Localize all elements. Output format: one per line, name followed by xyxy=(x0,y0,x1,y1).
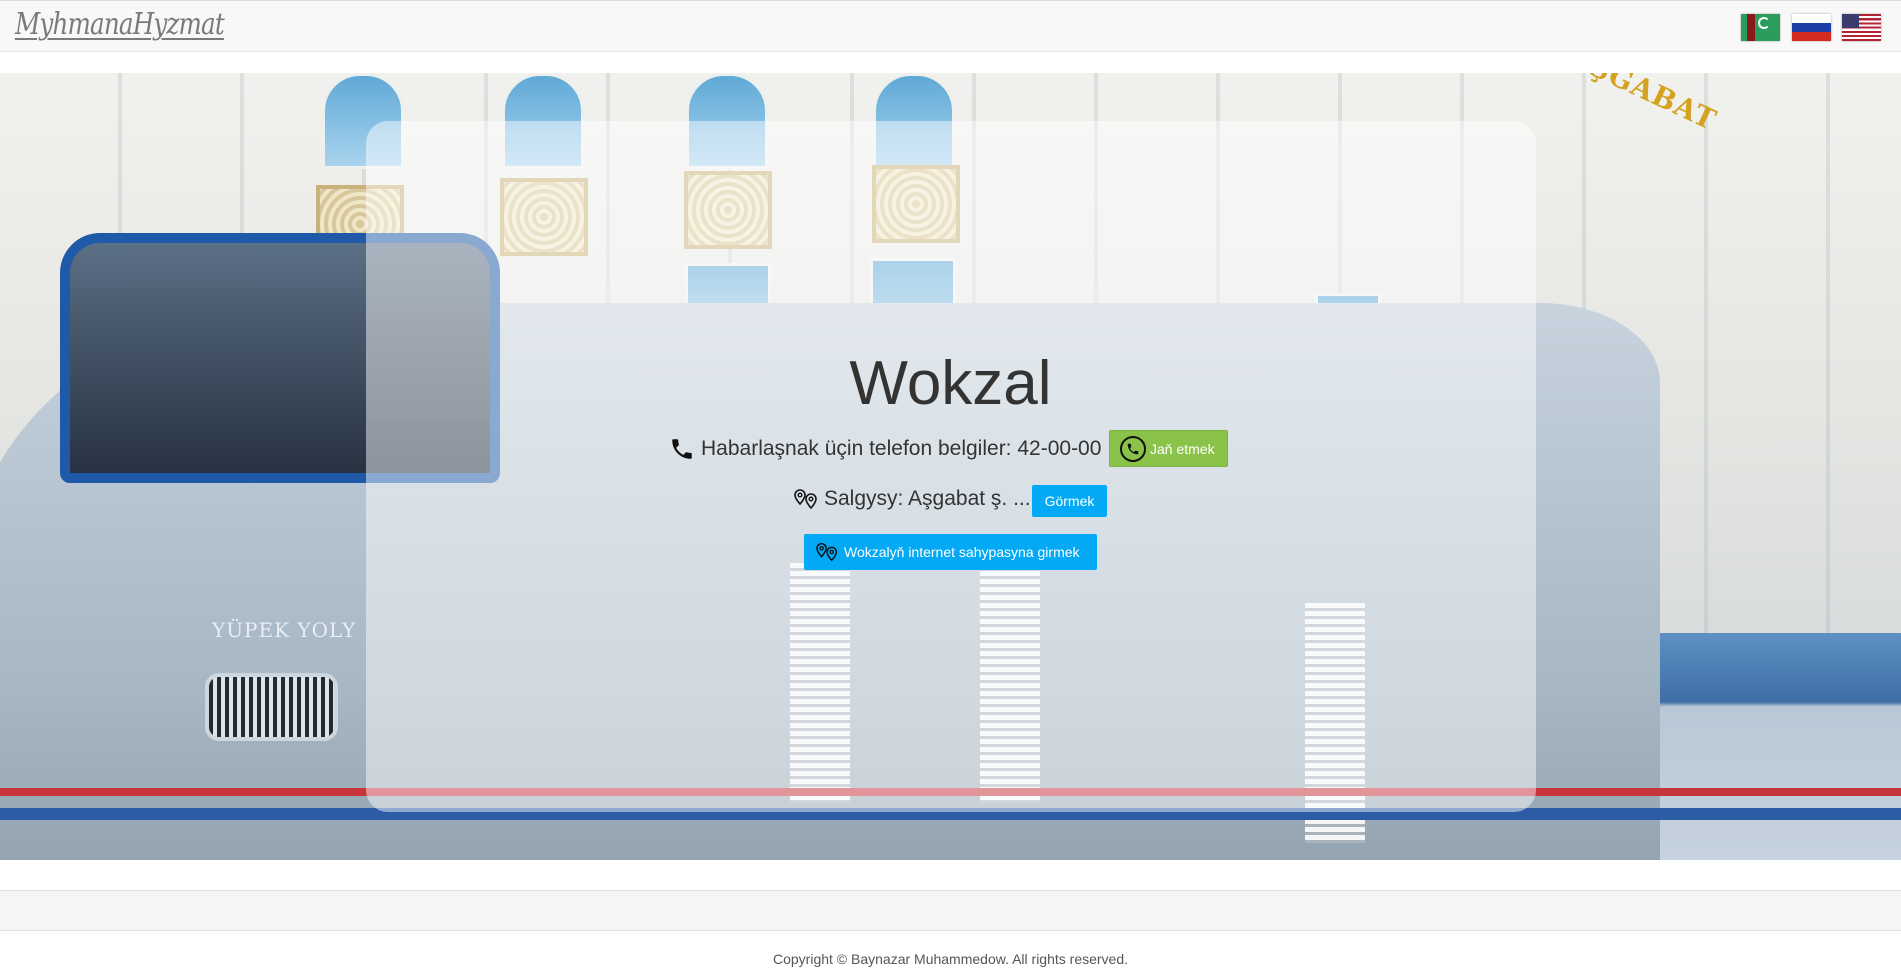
train-name: YÜPEK YOLY xyxy=(212,618,357,642)
call-button[interactable]: Jaň etmek xyxy=(1109,430,1228,467)
location-label: Salgysy: Aşgabat ş. ... xyxy=(824,487,1031,510)
flag-turkmen-icon[interactable] xyxy=(1741,14,1780,41)
phone-icon xyxy=(672,439,692,459)
location-info: Salgysy: Aşgabat ş. ... xyxy=(794,484,1031,514)
flag-english-icon[interactable] xyxy=(1842,14,1881,41)
top-navbar: MyhmanaHyzmat xyxy=(0,0,1901,52)
copyright-text: Copyright © Baynazar Muhammedow. All rig… xyxy=(772,951,1129,967)
see-location-button[interactable]: Görmek xyxy=(1032,485,1107,517)
flag-russian-icon[interactable] xyxy=(1792,14,1831,41)
map-pin-icon xyxy=(816,542,838,562)
website-button-label: Wokzalyň internet sahypasyna girmek xyxy=(844,544,1080,560)
phone-label: Habarlaşnak üçin telefon belgiler: 42-00… xyxy=(701,437,1102,460)
content-panel xyxy=(366,121,1536,812)
brand-logo[interactable]: MyhmanaHyzmat xyxy=(15,7,225,42)
page-title: Wokzal xyxy=(849,349,1052,418)
footer-bar xyxy=(0,890,1901,931)
map-pin-icon xyxy=(794,489,817,509)
phone-info: Habarlaşnak üçin telefon belgiler: 42-00… xyxy=(669,432,1101,466)
call-button-label: Jaň etmek xyxy=(1150,440,1215,457)
website-button[interactable]: Wokzalyň internet sahypasyna girmek xyxy=(804,534,1097,570)
locomotive-grille xyxy=(205,673,338,741)
phone-call-icon xyxy=(1120,435,1146,462)
